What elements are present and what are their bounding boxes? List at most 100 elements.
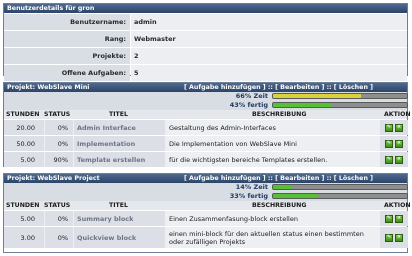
edit-project-link[interactable]: [ Bearbeiten ]	[275, 175, 324, 182]
task-description: Gestaltung des Admin-Interfaces	[169, 123, 276, 132]
edit-task-icon[interactable]: ✎	[385, 233, 393, 242]
task-hours: 50.00	[4, 136, 44, 151]
separator: ::	[324, 175, 334, 182]
task-description: für die wichtigsten bereiche Templates e…	[169, 155, 328, 164]
table-row: 5.00 90% Template erstellen für die wich…	[4, 151, 408, 167]
col-status: STATUS	[44, 202, 71, 209]
username-label: Benutzername:	[4, 14, 130, 30]
col-hours: STUNDEN	[6, 111, 40, 118]
open-tasks-label: Offene Aufgaben:	[4, 65, 130, 81]
task-description: einen mini-block für den aktuellen statu…	[169, 229, 364, 246]
delete-task-icon[interactable]: ×	[395, 214, 403, 223]
task-status: 0%	[45, 227, 73, 248]
username-value: admin	[131, 14, 407, 30]
separator: ::	[265, 175, 276, 182]
done-progress-bar	[272, 102, 408, 108]
task-status: 0%	[45, 136, 73, 151]
edit-project-link[interactable]: [ Bearbeiten ]	[275, 84, 324, 91]
col-hours: STUNDEN	[6, 202, 40, 209]
edit-task-icon[interactable]: ✎	[385, 139, 393, 148]
time-progress-label: 66% Zeit	[235, 92, 268, 100]
task-actions: ✎ ×	[380, 227, 408, 248]
rank-value: Webmaster	[131, 31, 407, 47]
delete-task-icon[interactable]: ×	[395, 123, 403, 132]
time-progress-label: 14% Zeit	[235, 183, 268, 191]
done-progress-fill	[273, 194, 318, 198]
done-progress-label: 33% fertig	[229, 192, 268, 200]
project-title: Projekt: WebSlave Project	[7, 175, 100, 182]
col-description: BESCHREIBUNG	[252, 202, 307, 209]
task-description: Die Implementation von WebSlave Mini	[169, 139, 297, 148]
task-hours: 3.00	[4, 227, 44, 248]
edit-task-icon[interactable]: ✎	[385, 155, 393, 164]
project-header: Projekt: WebSlave Project [ Aufgabe hinz…	[4, 174, 407, 183]
task-table-header: STUNDEN STATUS TITEL BESCHREIBUNG AKTION	[4, 110, 411, 119]
col-action: AKTION	[384, 111, 411, 118]
table-row: 20.00 0% Admin Interface Gestaltung des …	[4, 119, 408, 135]
time-progress-fill	[273, 185, 292, 189]
edit-task-icon[interactable]: ✎	[385, 214, 393, 223]
project-panel-webslave-project: Projekt: WebSlave Project [ Aufgabe hinz…	[3, 173, 411, 253]
edit-task-icon[interactable]: ✎	[385, 123, 393, 132]
table-row: 5.00 0% Summary block Einen Zusammenfasu…	[4, 210, 408, 226]
col-title: TITEL	[109, 202, 128, 209]
done-progress-row: 43% fertig	[4, 101, 408, 110]
project-header: Projekt: WebSlave Mini [ Aufgabe hinzufü…	[4, 83, 407, 92]
separator: ::	[324, 84, 334, 91]
project-panel-webslave-mini: Projekt: WebSlave Mini [ Aufgabe hinzufü…	[3, 82, 411, 167]
user-row-open-tasks: Offene Aufgaben: 5	[4, 64, 407, 81]
user-row-rank: Rang: Webmaster	[4, 30, 407, 47]
task-actions: ✎ ×	[380, 136, 408, 151]
delete-project-link[interactable]: [ Löschen ]	[334, 175, 373, 182]
task-description: Einen Zusammenfasung-block erstellen	[169, 214, 298, 223]
task-status: 0%	[45, 211, 73, 226]
add-task-link[interactable]: [ Aufgabe hinzufügen ]	[184, 175, 266, 182]
time-progress-fill	[273, 94, 362, 98]
col-title: TITEL	[109, 111, 128, 118]
user-row-projects: Projekte: 2	[4, 47, 407, 64]
time-progress-bar	[272, 184, 408, 190]
project-actions: [ Aufgabe hinzufügen ] :: [ Bearbeiten ]…	[184, 174, 373, 183]
time-progress-bar	[272, 93, 408, 99]
task-title[interactable]: Template erstellen	[74, 152, 165, 167]
separator: ::	[265, 84, 276, 91]
task-hours: 20.00	[4, 120, 44, 135]
table-row: 50.00 0% Implementation Die Implementati…	[4, 135, 408, 151]
projects-value: 2	[131, 48, 407, 64]
done-progress-bar	[272, 193, 408, 199]
delete-task-icon[interactable]: ×	[395, 233, 403, 242]
done-progress-row: 33% fertig	[4, 192, 408, 201]
table-row: 3.00 0% Quickview block einen mini-block…	[4, 226, 408, 248]
delete-project-link[interactable]: [ Löschen ]	[334, 84, 373, 91]
task-actions: ✎ ×	[380, 152, 408, 167]
task-title[interactable]: Quickview block	[74, 227, 165, 248]
time-progress-row: 14% Zeit	[4, 183, 408, 192]
task-hours: 5.00	[4, 211, 44, 226]
task-status: 90%	[45, 152, 73, 167]
rank-label: Rang:	[4, 31, 130, 47]
task-actions: ✎ ×	[380, 211, 408, 226]
col-description: BESCHREIBUNG	[252, 111, 307, 118]
done-progress-label: 43% fertig	[229, 101, 268, 109]
projects-label: Projekte:	[4, 48, 130, 64]
done-progress-fill	[273, 103, 331, 107]
user-details-panel: Benutzerdetails für gron Benutzername: a…	[3, 3, 408, 81]
col-status: STATUS	[44, 111, 71, 118]
task-title[interactable]: Summary block	[74, 211, 165, 226]
task-table-header: STUNDEN STATUS TITEL BESCHREIBUNG AKTION	[4, 201, 411, 210]
delete-task-icon[interactable]: ×	[395, 155, 403, 164]
task-title[interactable]: Admin Interface	[74, 120, 165, 135]
task-actions: ✎ ×	[380, 120, 408, 135]
user-row-username: Benutzername: admin	[4, 13, 407, 30]
col-action: AKTION	[384, 202, 411, 209]
task-title[interactable]: Implementation	[74, 136, 165, 151]
time-progress-row: 66% Zeit	[4, 92, 408, 101]
open-tasks-value: 5	[131, 65, 407, 81]
user-details-header: Benutzerdetails für gron	[4, 4, 407, 13]
delete-task-icon[interactable]: ×	[395, 139, 403, 148]
task-status: 0%	[45, 120, 73, 135]
task-hours: 5.00	[4, 152, 44, 167]
project-title: Projekt: WebSlave Mini	[7, 84, 90, 91]
add-task-link[interactable]: [ Aufgabe hinzufügen ]	[184, 84, 266, 91]
project-actions: [ Aufgabe hinzufügen ] :: [ Bearbeiten ]…	[184, 83, 373, 92]
